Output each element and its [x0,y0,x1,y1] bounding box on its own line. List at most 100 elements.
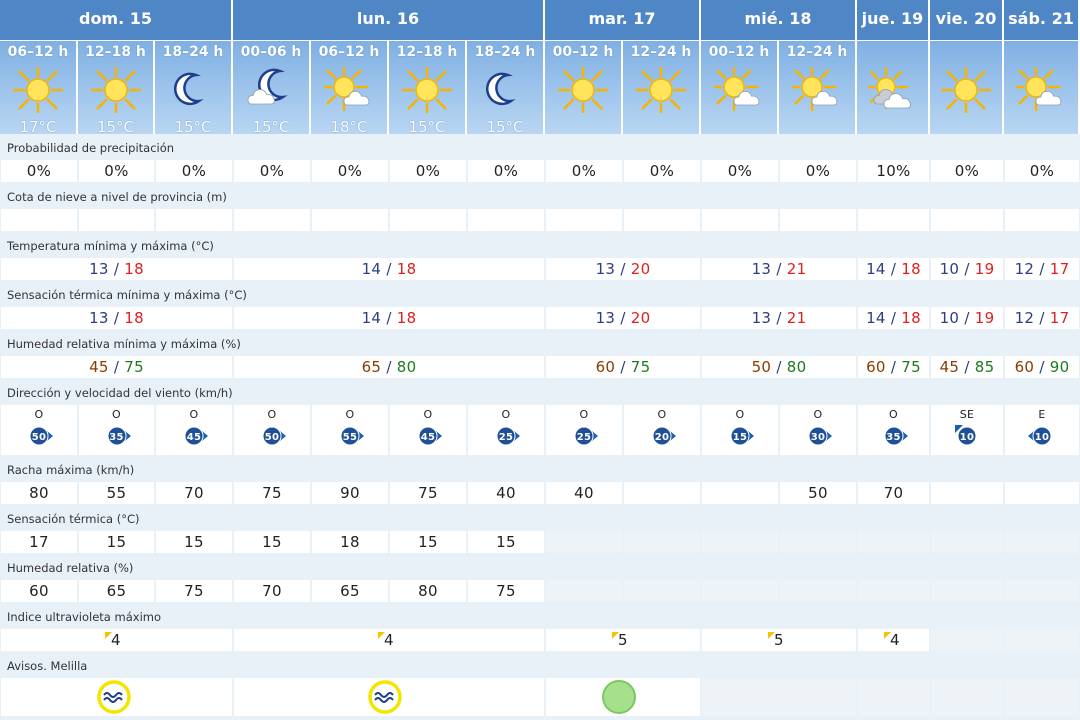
gust-value [1005,482,1079,504]
day-header[interactable]: sáb. 21 [1004,0,1080,40]
feel_period-value: 15 [156,531,232,553]
feels-min: 14 [361,309,382,327]
temp-max: 18 [124,260,144,278]
feels-min: 13 [751,309,772,327]
snow-value [79,209,154,231]
wind-cell: O 45 [390,405,466,455]
wind-speed: 10 [959,432,975,443]
day-header[interactable]: mar. 17 [545,0,701,40]
snow-value [858,209,929,231]
day-header[interactable]: jue. 19 [857,0,930,40]
humidity-minmax: 45 / 75 [1,356,232,378]
period-label: 18–24 h [474,44,536,60]
snow-value [931,209,1003,231]
day-header[interactable]: lun. 16 [233,0,545,40]
sun-icon [938,62,994,118]
period-label: 06–12 h [7,44,69,60]
uv-value: 4 [384,631,394,649]
day-header[interactable]: dom. 15 [0,0,233,40]
feels-min: 10 [939,309,960,327]
feels-minmax: 13 / 20 [546,307,700,329]
wind-direction: E [1038,408,1046,421]
day-header[interactable]: vie. 20 [930,0,1004,40]
separator: / [615,358,631,376]
period-cell: 12–24 h [779,40,857,134]
humidity-minmax: 65 / 80 [234,356,544,378]
period-label: 12–18 h [85,44,146,60]
row-label-wind: Dirección y velocidad del viento (km/h) [7,386,233,400]
humidity-minmax: 60 / 75 [858,356,929,378]
sun-icon [10,62,66,118]
separator: / [615,260,631,278]
moon-cloud-icon [246,67,296,113]
period-cell: 12–18 h 15°C [389,40,467,136]
wind-speed: 25 [576,432,592,443]
gust-value: 70 [156,482,232,504]
feels-min: 13 [595,309,616,327]
day-header[interactable]: mié. 18 [701,0,857,40]
temp-minmax: 14 / 18 [858,258,929,280]
separator: / [381,358,397,376]
hum_period-value [858,580,929,602]
uv-value: 5 [774,631,784,649]
precip-value: 0% [1005,160,1079,182]
period-temp: 15°C [408,118,446,136]
temp-minmax: 13 / 20 [546,258,700,280]
temp-max: 18 [396,260,417,278]
feel_period-value [624,531,700,553]
coastal-warning-yellow-icon[interactable] [96,679,132,715]
temp-max: 18 [901,260,921,278]
feels-max: 18 [396,309,417,327]
period-cell: 18–24 h 15°C [467,40,545,136]
temp-minmax: 10 / 19 [931,258,1003,280]
period-label: 00–06 h [240,44,302,60]
uv-cell: 5 [702,629,856,651]
separator: / [381,309,397,327]
wind-direction: O [889,408,898,421]
wind-speed: 15 [732,432,748,443]
coastal-warning-yellow-icon[interactable] [367,679,403,715]
humidity-min: 60 [1014,358,1035,376]
wind-speed: 55 [342,432,358,443]
humidity-min: 60 [595,358,616,376]
feel_period-value [858,531,929,553]
wind-direction: SE [959,408,975,421]
row-label-feel_period: Sensación térmica (°C) [7,512,140,526]
feels-minmax: 13 / 18 [1,307,232,329]
humidity-min: 60 [866,358,886,376]
uv-cell: 5 [546,629,700,651]
sun-cloud-icon [1011,62,1066,113]
precip-value: 0% [156,160,232,182]
snow-value [1,209,77,231]
feel_period-value [1005,531,1079,553]
hum_period-value [546,580,622,602]
feels-max: 21 [786,309,807,327]
warning-cell [546,678,700,716]
gust-value [931,482,1003,504]
period-cell: 00–12 h [545,40,623,134]
gust-value [702,482,778,504]
uv-cell [931,629,1003,651]
separator: / [959,260,975,278]
sun-icon [399,62,455,118]
separator: / [885,358,902,376]
wind-direction: O [345,408,355,421]
temp-max: 19 [974,260,995,278]
wind-cell: O 20 [624,405,700,455]
feel_period-value [546,531,622,553]
wind-cell: O 35 [858,405,929,455]
feels-minmax: 14 / 18 [858,307,929,329]
wind-speed: 20 [654,432,670,443]
wind-direction: O [735,408,745,421]
temp-minmax: 13 / 18 [1,258,232,280]
feels-min: 14 [866,309,886,327]
precip-value: 0% [390,160,466,182]
feel_period-value: 15 [79,531,154,553]
precip-value: 0% [780,160,856,182]
feels-minmax: 10 / 19 [931,307,1003,329]
period-cell: 06–12 h 18°C [311,40,389,136]
wind-direction: O [34,408,44,421]
warning-cell [234,678,544,716]
wind-speed: 10 [1034,432,1050,443]
no-warning-green-icon[interactable] [601,679,637,715]
